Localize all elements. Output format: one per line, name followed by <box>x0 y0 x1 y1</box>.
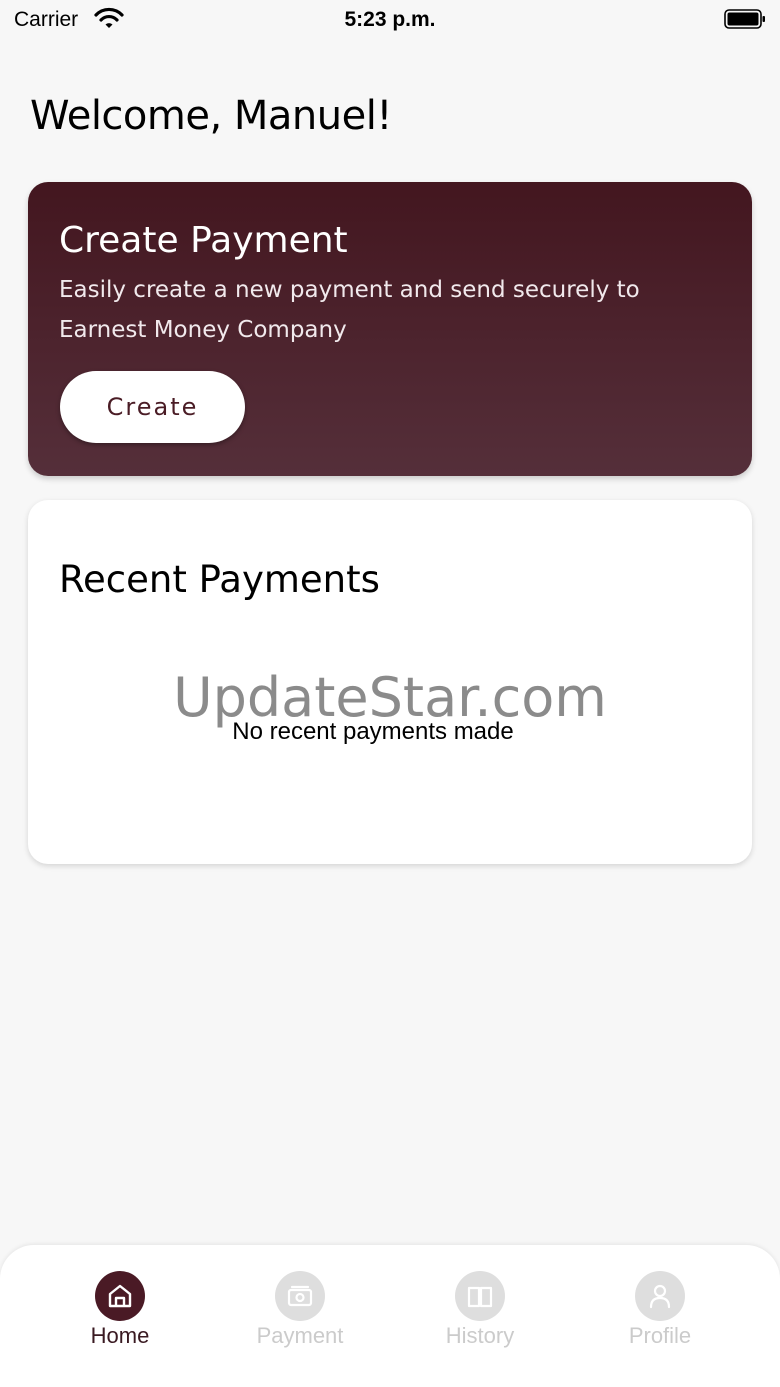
nav-item-payment[interactable]: Payment <box>210 1271 390 1361</box>
book-icon <box>455 1271 505 1321</box>
recent-payments-card: Recent Payments UpdateStar.com No recent… <box>28 500 752 864</box>
nav-item-home[interactable]: Home <box>30 1271 210 1361</box>
page-title: Welcome, Manuel! <box>30 93 392 139</box>
nav-item-profile[interactable]: Profile <box>570 1271 750 1361</box>
recent-payments-title: Recent Payments <box>59 558 380 601</box>
nav-label-profile: Profile <box>628 1323 692 1348</box>
empty-state-message: No recent payments made <box>232 718 514 745</box>
bottom-nav: Home Payment History Profile <box>0 1245 780 1387</box>
home-icon <box>95 1271 145 1321</box>
create-payment-description: Easily create a new payment and send sec… <box>59 277 640 343</box>
battery-icon <box>724 9 765 29</box>
create-payment-title: Create Payment <box>59 220 348 261</box>
status-bar: Carrier 5:23 p.m. <box>0 0 780 40</box>
clock: 5:23 p.m. <box>344 8 436 31</box>
nav-label-payment: Payment <box>256 1323 344 1348</box>
nav-item-history[interactable]: History <box>390 1271 570 1361</box>
profile-icon <box>635 1271 685 1321</box>
nav-label-history: History <box>445 1323 515 1348</box>
create-button[interactable]: Create <box>60 371 245 443</box>
create-payment-card: Create Payment Easily create a new payme… <box>28 182 752 476</box>
nav-label-home: Home <box>90 1323 150 1348</box>
payment-icon <box>275 1271 325 1321</box>
